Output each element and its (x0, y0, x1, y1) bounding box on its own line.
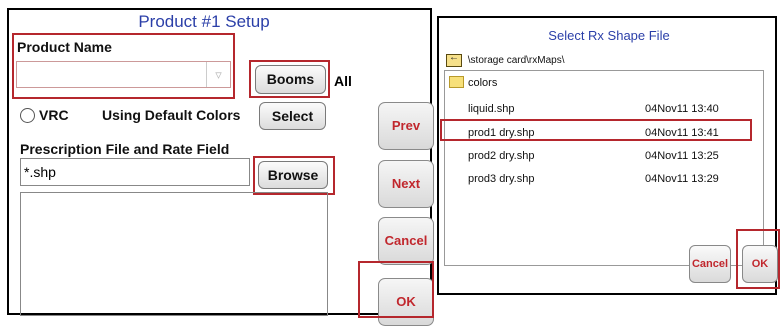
list-item[interactable]: prod2 dry.shp 04Nov11 13:25 (445, 145, 763, 167)
prev-button[interactable]: Prev (378, 102, 434, 150)
list-item-folder[interactable]: colors (445, 72, 763, 94)
list-item[interactable]: liquid.shp 04Nov11 13:40 (445, 98, 763, 120)
next-button[interactable]: Next (378, 160, 434, 208)
browse-button[interactable]: Browse (258, 161, 328, 189)
folder-up-icon[interactable] (446, 52, 462, 67)
vrc-label: VRC (39, 107, 69, 123)
colors-status: Using Default Colors (102, 107, 241, 123)
vrc-radio[interactable] (20, 108, 35, 123)
file-name: liquid.shp (468, 103, 515, 115)
file-name: prod2 dry.shp (468, 150, 535, 162)
rate-field-list[interactable] (20, 192, 328, 316)
file-list: colors liquid.shp 04Nov11 13:40 prod1 dr… (444, 70, 764, 266)
file-date: 04Nov11 13:25 (645, 150, 719, 162)
select-button[interactable]: Select (259, 102, 326, 130)
file-dialog: Select Rx Shape File \storage card\rxMap… (437, 16, 778, 295)
file-name: prod3 dry.shp (468, 173, 535, 185)
dialog-cancel-button[interactable]: Cancel (689, 245, 731, 283)
cancel-button[interactable]: Cancel (378, 217, 434, 265)
ok-highlight (358, 261, 434, 318)
path-row: \storage card\rxMaps\ (446, 52, 565, 70)
product-name-dropdown[interactable] (16, 61, 231, 88)
prescription-file-field[interactable]: *.shp (20, 158, 250, 186)
booms-button[interactable]: Booms (255, 65, 326, 94)
list-item[interactable]: prod3 dry.shp 04Nov11 13:29 (445, 168, 763, 190)
product-name-label: Product Name (17, 39, 112, 55)
prescription-label: Prescription File and Rate Field (20, 141, 230, 157)
folder-icon (449, 76, 464, 88)
folder-name: colors (468, 77, 498, 89)
booms-value: All (334, 73, 352, 89)
current-path: \storage card\rxMaps\ (467, 55, 565, 67)
dialog-title: Select Rx Shape File (548, 28, 670, 43)
panel-title: Product #1 Setup (138, 12, 270, 31)
dialog-ok-highlight (736, 229, 780, 289)
chevron-down-icon[interactable]: ▿ (206, 62, 230, 87)
selected-file-highlight (440, 119, 752, 141)
file-date: 04Nov11 13:40 (645, 103, 719, 115)
file-date: 04Nov11 13:29 (645, 173, 719, 185)
